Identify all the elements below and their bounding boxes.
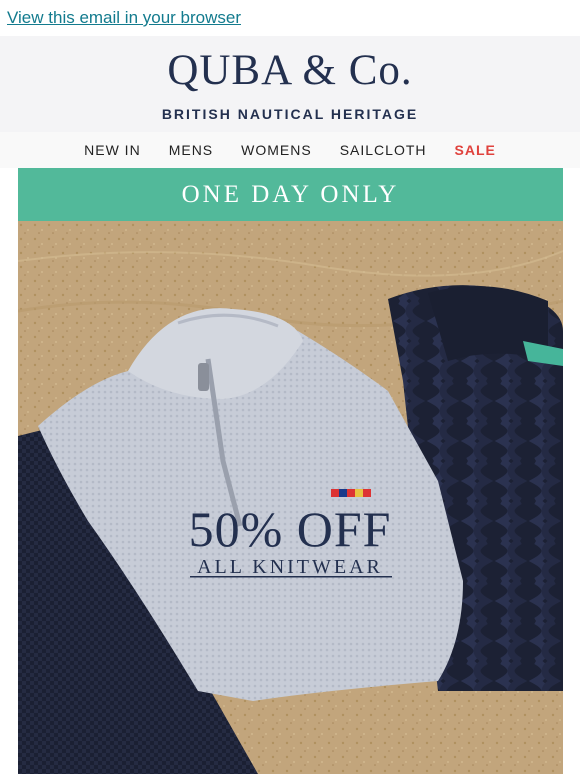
hero-headline: 50% OFF	[189, 501, 392, 557]
view-in-browser-link[interactable]: View this email in your browser	[7, 8, 241, 28]
brand-tagline: BRITISH NAUTICAL HERITAGE	[161, 106, 419, 122]
nav-item-sale[interactable]: SALE	[441, 142, 510, 158]
nav-item-mens[interactable]: MENS	[155, 142, 227, 158]
knitwear-photo: 50% OFF ALL KNITWEAR	[18, 221, 563, 774]
promo-banner: ONE DAY ONLY	[18, 168, 563, 221]
top-bar: View this email in your browser	[0, 0, 580, 36]
hero-subline: ALL KNITWEAR	[197, 556, 383, 578]
brand-logo: QUBA & Co.	[167, 47, 413, 94]
hero-underline	[190, 576, 392, 578]
brand-header[interactable]: QUBA & Co. BRITISH NAUTICAL HERITAGE	[0, 36, 580, 132]
nav-item-sailcloth[interactable]: SAILCLOTH	[326, 142, 441, 158]
nav-item-womens[interactable]: WOMENS	[227, 142, 326, 158]
nav-item-new-in[interactable]: NEW IN	[70, 142, 155, 158]
main-nav: NEW IN MENS WOMENS SAILCLOTH SALE	[0, 132, 580, 168]
hero-image[interactable]: 50% OFF ALL KNITWEAR	[18, 221, 563, 774]
